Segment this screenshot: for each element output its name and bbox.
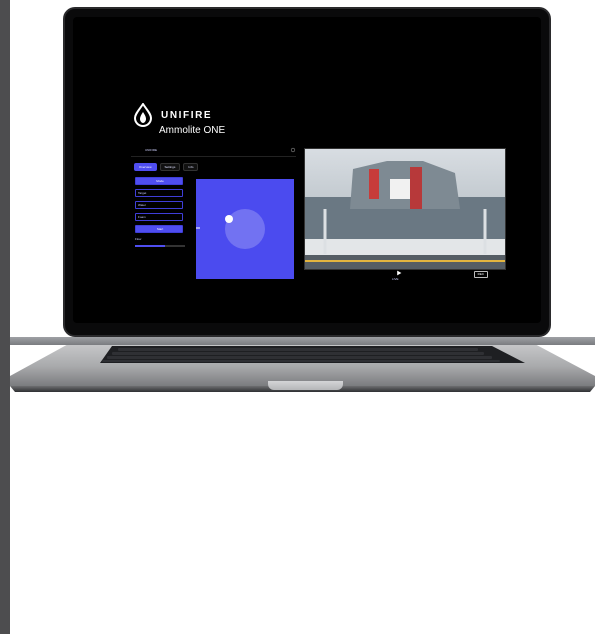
tab-overview[interactable]: Overview (134, 163, 157, 171)
laptop-lid: UNIFIRE Ammolite ONE UNIFIRE Overview Se… (63, 7, 551, 337)
tab-info[interactable]: Info (183, 163, 199, 171)
slider-label: Flow (135, 237, 142, 241)
tab-bar: Overview Settings Info (134, 163, 199, 171)
laptop-screen: UNIFIRE Ammolite ONE UNIFIRE Overview Se… (73, 17, 541, 323)
target-map[interactable] (196, 179, 294, 279)
water-field[interactable]: Water (135, 201, 183, 209)
slider-fill (135, 245, 165, 247)
play-icon[interactable] (396, 270, 402, 276)
mode-button[interactable]: Mode (135, 177, 183, 185)
status-badge[interactable]: REC (473, 271, 488, 278)
tab-settings[interactable]: Settings (159, 163, 181, 171)
left-bar (0, 0, 10, 634)
hinge (10, 337, 595, 345)
app-header-title: UNIFIRE (145, 148, 157, 152)
live-label: LIVE (392, 277, 399, 281)
flow-slider[interactable] (135, 245, 185, 247)
product-title: Ammolite ONE (159, 125, 226, 136)
brand: UNIFIRE (133, 103, 212, 127)
camera-image (305, 149, 505, 269)
brand-name: UNIFIRE (161, 109, 213, 121)
target-marker-icon (225, 215, 233, 223)
camera-feed[interactable] (304, 148, 506, 270)
app-header: UNIFIRE (131, 146, 296, 157)
trackpad-notch (268, 381, 343, 390)
flame-drop-icon (133, 103, 153, 127)
gear-icon[interactable] (290, 147, 296, 153)
control-panel: Mode Target Water Foam Start Flow (135, 177, 183, 241)
target-field[interactable]: Target (135, 189, 183, 197)
map-graphic (196, 209, 265, 249)
video-controls: LIVE REC (304, 269, 504, 281)
start-button[interactable]: Start (135, 225, 183, 233)
foam-field[interactable]: Foam (135, 213, 183, 221)
